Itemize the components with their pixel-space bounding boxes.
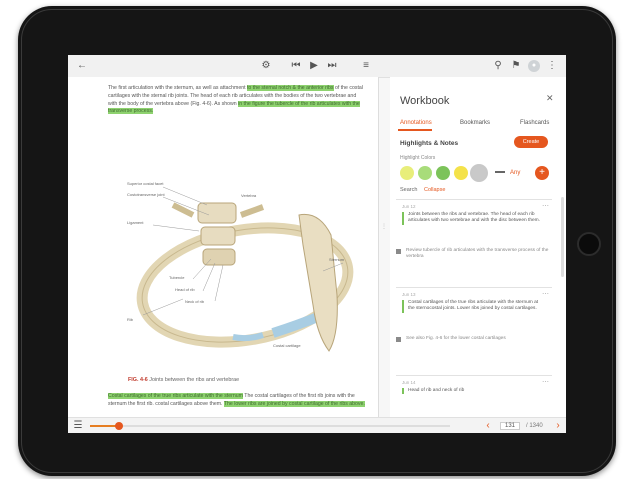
figure-label: Costal cartilage [273,343,301,348]
app-screen: ← ⚙ ⏮ ▶ ⏭ ≡ ⚲ ⚑ ● ⋮ The first articulati… [68,55,566,433]
top-toolbar: ← ⚙ ⏮ ▶ ⏭ ≡ ⚲ ⚑ ● ⋮ [68,55,566,78]
color-swatch-gray[interactable] [472,166,486,180]
sternum-shape [298,213,338,352]
back-arrow-icon[interactable]: ← [76,60,88,72]
text-segment: above (Fig. 4-6). As shown [174,100,237,107]
search-icon[interactable]: ⚲ [492,60,504,72]
close-icon[interactable]: ✕ [546,93,554,104]
toc-icon[interactable]: ☰ [72,420,84,432]
figure-label: Tubercle [169,275,185,280]
list-icon[interactable]: ≡ [360,60,372,72]
tab-flashcards[interactable]: Flashcards [520,120,549,126]
note-comment: See also Fig. 4-6 for the lower costal c… [396,336,556,343]
figure-label: Rib [127,317,134,322]
section-title: Highlights & Notes [400,140,459,147]
highlight-segment[interactable]: transverse process. [108,108,154,115]
color-swatch-gold[interactable] [454,166,468,180]
figure-label: Costotransverse joint [127,192,165,197]
workbook-panel: Workbook ✕ Annotations Bookmarks Flashca… [390,77,566,417]
create-button[interactable]: Create [514,136,548,148]
note-date: Jun 14 [402,380,416,385]
note-card[interactable]: Jun 12 ⋯ Joints between the ribs and ver… [396,199,552,286]
skip-back-icon[interactable]: ⏮ [290,60,302,72]
settings-icon[interactable]: ⚙ [260,60,272,72]
note-date: Jun 13 [402,292,416,297]
figure-label: Ligament [127,220,144,225]
reader-pane: The first articulation with the sternum,… [68,77,379,417]
workbook-title: Workbook [400,95,450,107]
figure-label: Neck of rib [185,299,205,304]
highlight-segment[interactable]: in the figure the tubercle of the rib ar… [238,100,360,107]
figure-label: Head of rib [175,287,195,292]
highlight-segment[interactable]: Costal cartilages of the true ribs artic… [108,393,243,399]
home-button[interactable] [577,232,601,256]
highlight-segment[interactable]: The lower ribs are joined by costal cart… [223,400,365,407]
reading-progress-bar[interactable] [90,422,450,430]
swatch-filter-text[interactable]: Any [510,170,520,176]
caption-label: FIG. 4-6 [128,377,148,383]
progress-handle[interactable] [114,422,123,430]
highlight-segment[interactable]: to the sternal notch & the anterior ribs [246,85,334,91]
prev-page-icon[interactable]: ‹ [482,420,494,432]
workbook-scrollbar[interactable] [561,197,564,277]
tab-annotations[interactable]: Annotations [400,120,432,126]
bottom-toolbar: ☰ ‹ 131 / 1340 › [68,417,566,433]
caption-text: Joints between the ribs and vertebrae [149,377,240,383]
next-page-icon[interactable]: › [552,420,564,432]
pane-resize-handle[interactable]: ⋮ [380,223,388,243]
colors-label: Highlight Colors [400,155,436,161]
page-total: / 1340 [526,423,543,429]
skip-forward-icon[interactable]: ⏭ [326,60,338,72]
user-avatar[interactable]: ● [528,60,540,72]
page-number-input[interactable]: 131 [500,422,521,430]
note-card[interactable]: Jun 14 ⋯ Head of rib and neck of rib [396,375,552,416]
note-card[interactable]: Jun 13 ⋯ Costal cartilages of the true r… [396,287,552,374]
text-segment: costal cartilages above them. [155,400,223,407]
more-icon[interactable]: ⋮ [546,60,558,72]
body-paragraph: The first articulation with the sternum,… [108,85,366,116]
color-swatch-light-green[interactable] [418,166,432,180]
add-icon[interactable]: + [535,166,549,180]
active-tab-indicator [398,129,432,131]
color-swatch-yellow[interactable] [400,166,414,180]
figure-label: Sternum [329,257,345,262]
note-date: Jun 12 [402,204,416,209]
figure-label: Vertebra [241,193,257,198]
note-highlight-text: Head of rib and neck of rib [402,388,540,395]
play-icon[interactable]: ▶ [308,60,320,72]
more-icon[interactable]: ⋯ [542,290,549,298]
rib-vertebra-illustration: Superior costal facet Costotransverse jo… [127,181,354,352]
bookmark-icon[interactable]: ⚑ [510,60,522,72]
note-comment: Review tubercle of rib articulates with … [396,248,556,261]
search-tool[interactable]: Search [400,187,417,193]
body-paragraph: Costal cartilages of the true ribs artic… [108,393,366,409]
figure-label: Superior costal facet [127,181,164,186]
text-segment: The first articulation with the sternum,… [108,85,246,91]
more-icon[interactable]: ⋯ [542,202,549,210]
divider [495,171,505,173]
tab-bookmarks[interactable]: Bookmarks [460,120,490,126]
more-icon[interactable]: ⋯ [542,378,549,386]
note-highlight-text: Joints between the ribs and vertebrae. T… [402,212,540,225]
collapse-tool[interactable]: Collapse [424,187,445,193]
figure-caption: FIG. 4-6 Joints between the ribs and ver… [128,377,368,383]
note-highlight-text: Costal cartilages of the true ribs artic… [402,300,540,313]
color-swatch-green[interactable] [436,166,450,180]
